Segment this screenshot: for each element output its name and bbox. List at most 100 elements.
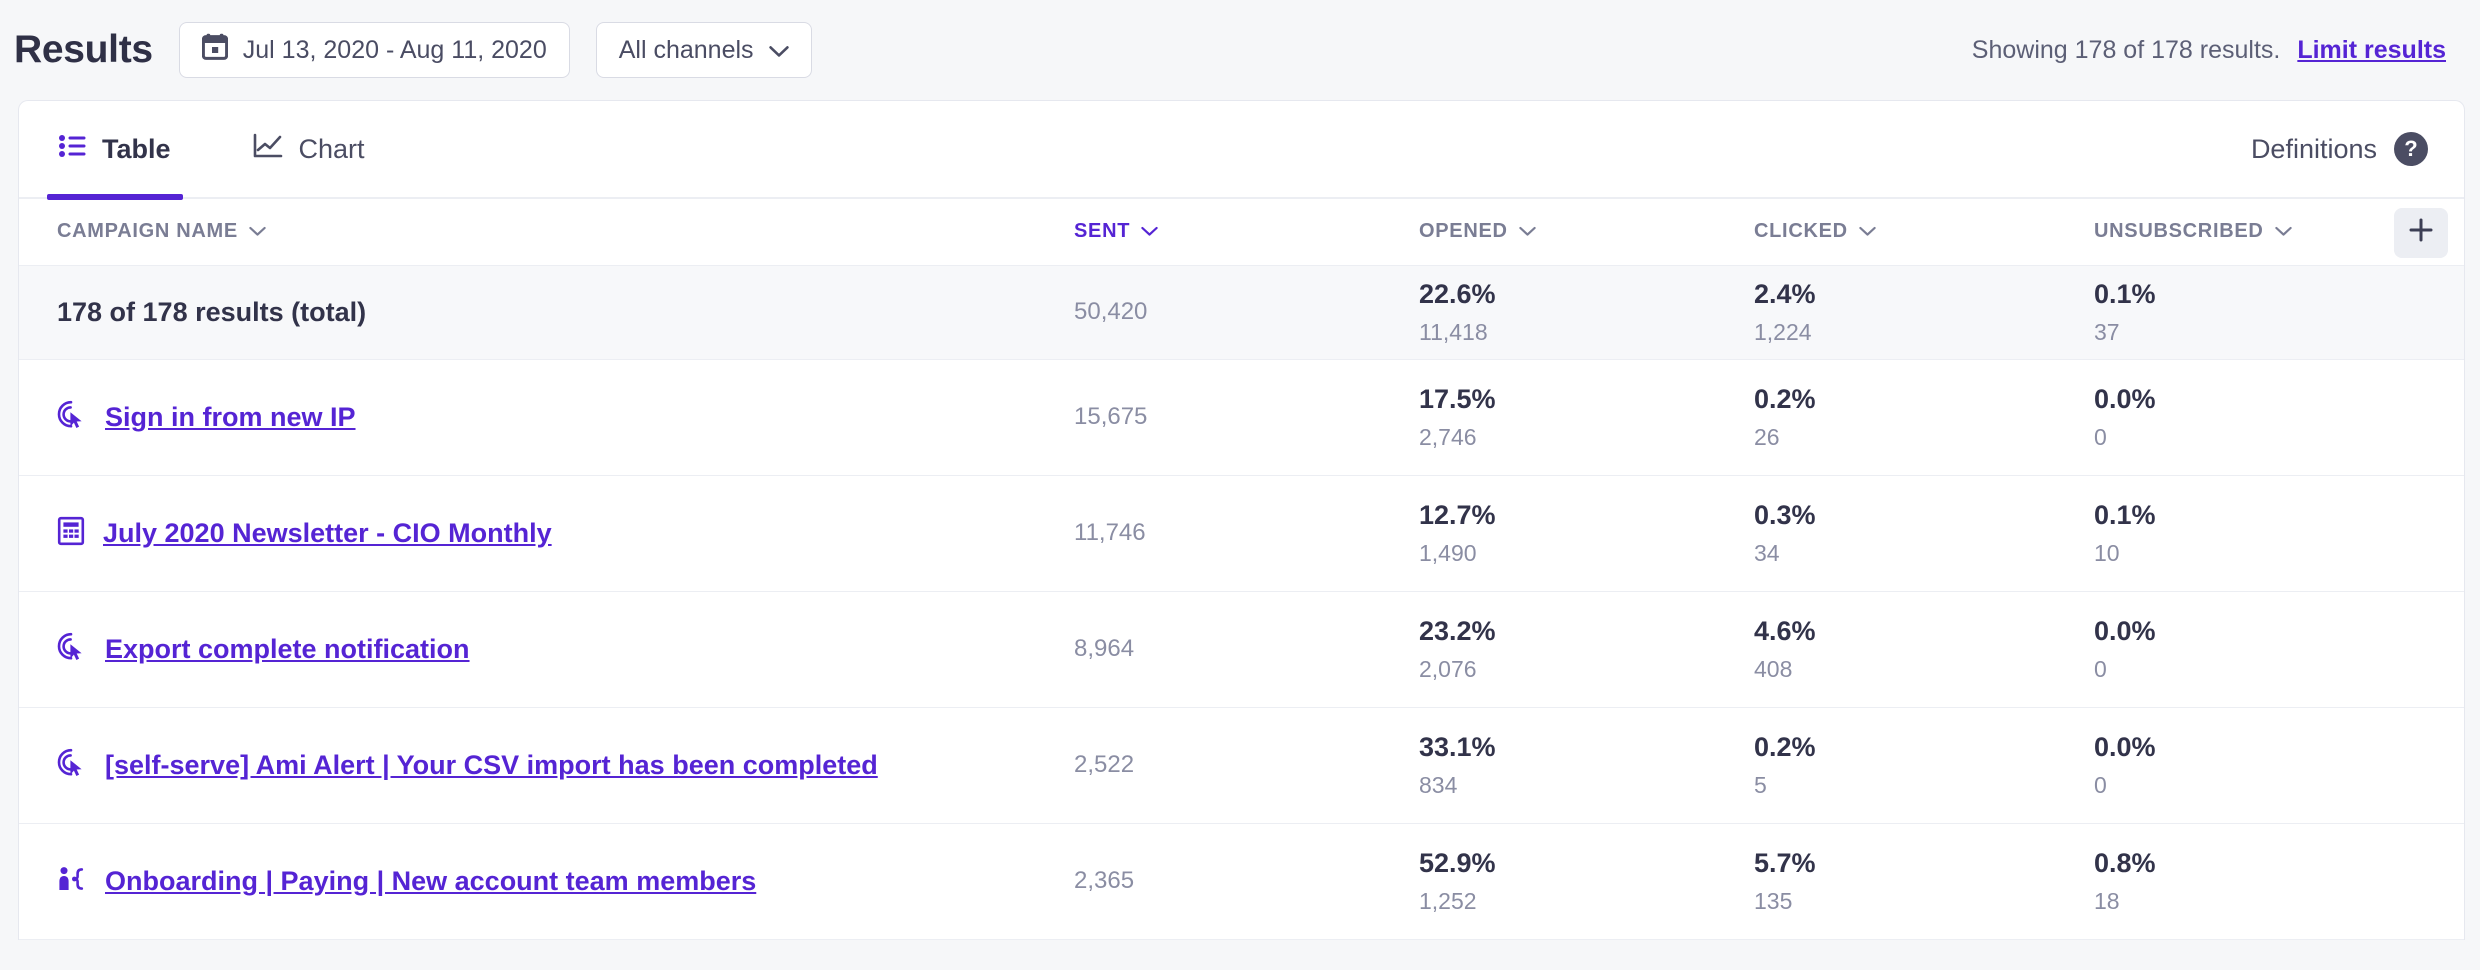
limit-results-link[interactable]: Limit results bbox=[2297, 36, 2446, 65]
unsubscribed-count: 0 bbox=[2094, 774, 2465, 797]
opened-pct: 33.1% bbox=[1419, 734, 1754, 761]
table-row[interactable]: [self-serve] Ami Alert | Your CSV import… bbox=[19, 707, 2465, 823]
total-row-unsubscribed-cell: 0.1% 37 bbox=[2094, 265, 2465, 359]
click-trigger-icon bbox=[57, 400, 87, 435]
view-tabs: Table Chart Definitions ? bbox=[19, 101, 2464, 199]
clicked-count: 408 bbox=[1754, 658, 2094, 681]
campaign-name-link[interactable]: [self-serve] Ami Alert | Your CSV import… bbox=[105, 750, 878, 781]
unsubscribed-cell: 0.1% 10 bbox=[2094, 475, 2465, 591]
question-mark-icon[interactable]: ? bbox=[2394, 132, 2428, 166]
campaign-name-link[interactable]: Onboarding | Paying | New account team m… bbox=[105, 866, 756, 897]
opened-cell: 12.7% 1,490 bbox=[1419, 475, 1754, 591]
page-header: Results Jul 13, 2020 - Aug 11, 2020 All … bbox=[0, 0, 2480, 100]
clicked-pct: 5.7% bbox=[1754, 850, 2094, 877]
sent-value: 8,964 bbox=[1074, 635, 1134, 662]
opened-pct: 23.2% bbox=[1419, 618, 1754, 645]
clicked-count: 26 bbox=[1754, 426, 2094, 449]
sent-value: 11,746 bbox=[1074, 519, 1146, 546]
column-header-sent[interactable]: SENT bbox=[1074, 199, 1419, 265]
chevron-down-icon bbox=[1141, 220, 1158, 243]
campaign-name-link[interactable]: Export complete notification bbox=[105, 634, 470, 665]
column-header-campaign-name-label: CAMPAIGN NAME bbox=[57, 220, 238, 243]
clicked-cell: 5.7% 135 bbox=[1754, 823, 2094, 939]
sent-cell: 2,522 bbox=[1074, 707, 1419, 823]
campaign-name-cell: July 2020 Newsletter - CIO Monthly bbox=[19, 475, 1074, 591]
opened-count: 2,746 bbox=[1419, 426, 1754, 449]
total-row-opened-pct: 22.6% bbox=[1419, 281, 1754, 308]
table-row[interactable]: Sign in from new IP 15,675 17.5% 2,746 bbox=[19, 359, 2465, 475]
opened-cell: 17.5% 2,746 bbox=[1419, 359, 1754, 475]
table-row[interactable]: Export complete notification 8,964 23.2%… bbox=[19, 591, 2465, 707]
unsubscribed-count: 18 bbox=[2094, 890, 2465, 913]
campaign-name-link[interactable]: Sign in from new IP bbox=[105, 402, 356, 433]
total-row-sent: 50,420 bbox=[1074, 298, 1147, 325]
campaign-name-cell: [self-serve] Ami Alert | Your CSV import… bbox=[19, 707, 1074, 823]
showing-results-text: Showing 178 of 178 results. bbox=[1972, 36, 2281, 65]
column-header-campaign-name[interactable]: CAMPAIGN NAME bbox=[19, 199, 1074, 265]
table-row[interactable]: Onboarding | Paying | New account team m… bbox=[19, 823, 2465, 939]
channel-filter-select[interactable]: All channels bbox=[596, 22, 812, 78]
opened-count: 1,490 bbox=[1419, 542, 1754, 565]
clicked-pct: 0.2% bbox=[1754, 734, 2094, 761]
click-trigger-icon bbox=[57, 748, 87, 783]
table-row[interactable]: July 2020 Newsletter - CIO Monthly 11,74… bbox=[19, 475, 2465, 591]
column-header-opened[interactable]: OPENED bbox=[1419, 199, 1754, 265]
sent-cell: 8,964 bbox=[1074, 591, 1419, 707]
column-header-unsubscribed[interactable]: UNSUBSCRIBED bbox=[2094, 199, 2465, 265]
table-header-row: CAMPAIGN NAME SENT bbox=[19, 199, 2465, 265]
click-trigger-icon bbox=[57, 632, 87, 667]
unsubscribed-cell: 0.0% 0 bbox=[2094, 591, 2465, 707]
unsubscribed-count: 0 bbox=[2094, 426, 2465, 449]
column-header-clicked-label: CLICKED bbox=[1754, 220, 1848, 243]
chevron-down-icon bbox=[1519, 220, 1536, 243]
column-header-clicked[interactable]: CLICKED bbox=[1754, 199, 2094, 265]
unsubscribed-count: 10 bbox=[2094, 542, 2465, 565]
table-header: CAMPAIGN NAME SENT bbox=[19, 199, 2465, 265]
clicked-cell: 0.2% 5 bbox=[1754, 707, 2094, 823]
definitions-link[interactable]: Definitions ? bbox=[2251, 132, 2428, 166]
user-journey-icon bbox=[57, 864, 87, 899]
add-column-button[interactable] bbox=[2394, 208, 2448, 258]
opened-pct: 17.5% bbox=[1419, 386, 1754, 413]
opened-cell: 23.2% 2,076 bbox=[1419, 591, 1754, 707]
tab-table[interactable]: Table bbox=[47, 100, 183, 198]
tab-chart-label: Chart bbox=[299, 134, 365, 165]
clicked-count: 135 bbox=[1754, 890, 2094, 913]
date-range-picker[interactable]: Jul 13, 2020 - Aug 11, 2020 bbox=[179, 22, 570, 78]
clicked-cell: 4.6% 408 bbox=[1754, 591, 2094, 707]
table-body: 178 of 178 results (total) 50,420 22.6% … bbox=[19, 265, 2465, 939]
table-row-total: 178 of 178 results (total) 50,420 22.6% … bbox=[19, 265, 2465, 359]
column-header-unsubscribed-label: UNSUBSCRIBED bbox=[2094, 220, 2264, 243]
results-card: Table Chart Definitions ? bbox=[18, 100, 2465, 940]
results-page: Results Jul 13, 2020 - Aug 11, 2020 All … bbox=[0, 0, 2480, 970]
plus-icon bbox=[2408, 217, 2434, 249]
chevron-down-icon bbox=[769, 36, 789, 65]
chevron-down-icon bbox=[2275, 220, 2292, 243]
total-row-clicked-cell: 2.4% 1,224 bbox=[1754, 265, 2094, 359]
unsubscribed-pct: 0.8% bbox=[2094, 850, 2465, 877]
total-row-clicked-pct: 2.4% bbox=[1754, 281, 2094, 308]
total-row-label: 178 of 178 results (total) bbox=[19, 297, 1074, 328]
opened-count: 834 bbox=[1419, 774, 1754, 797]
campaign-name-link[interactable]: July 2020 Newsletter - CIO Monthly bbox=[103, 518, 552, 549]
sent-value: 2,522 bbox=[1074, 751, 1134, 778]
clicked-pct: 4.6% bbox=[1754, 618, 2094, 645]
clicked-cell: 0.2% 26 bbox=[1754, 359, 2094, 475]
unsubscribed-cell: 0.8% 18 bbox=[2094, 823, 2465, 939]
campaign-name-cell: Sign in from new IP bbox=[19, 359, 1074, 475]
unsubscribed-pct: 0.0% bbox=[2094, 618, 2465, 645]
sent-value: 2,365 bbox=[1074, 867, 1134, 894]
tab-chart[interactable]: Chart bbox=[241, 100, 377, 198]
opened-count: 2,076 bbox=[1419, 658, 1754, 681]
unsubscribed-pct: 0.0% bbox=[2094, 734, 2465, 761]
unsubscribed-pct: 0.1% bbox=[2094, 502, 2465, 529]
line-chart-icon bbox=[253, 133, 283, 166]
chevron-down-icon bbox=[249, 220, 266, 243]
opened-cell: 52.9% 1,252 bbox=[1419, 823, 1754, 939]
total-row-sent-cell: 50,420 bbox=[1074, 265, 1419, 359]
total-row-unsubscribed-pct: 0.1% bbox=[2094, 281, 2465, 308]
total-row-opened-cell: 22.6% 11,418 bbox=[1419, 265, 1754, 359]
tab-table-label: Table bbox=[102, 134, 171, 165]
calendar-icon bbox=[202, 33, 228, 67]
opened-pct: 12.7% bbox=[1419, 502, 1754, 529]
